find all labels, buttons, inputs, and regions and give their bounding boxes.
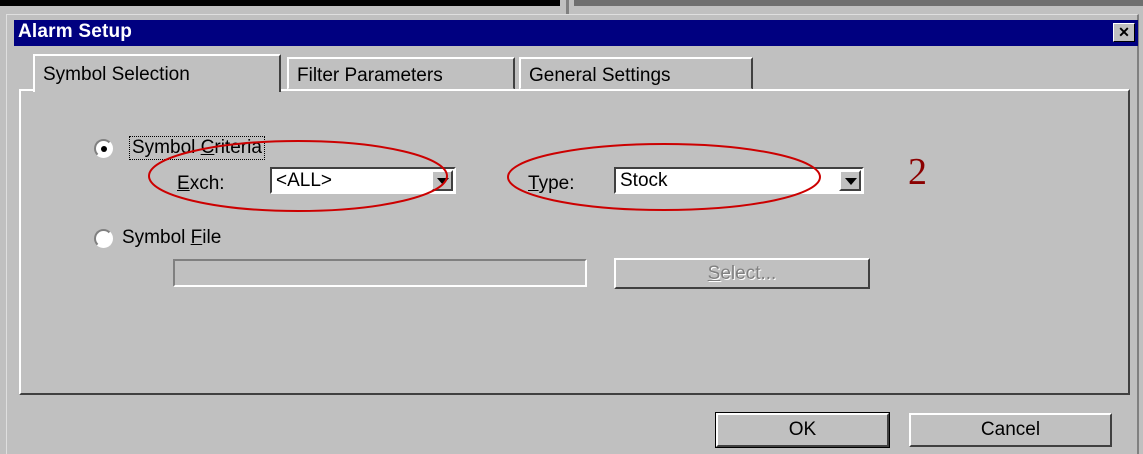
chevron-down-icon[interactable] bbox=[839, 170, 861, 191]
label-text: ile bbox=[202, 227, 222, 248]
label-accel: C bbox=[200, 137, 215, 158]
symbol-file-label[interactable]: Symbol File bbox=[122, 227, 221, 249]
cancel-button[interactable]: Cancel bbox=[909, 413, 1112, 447]
radio-selected-dot bbox=[101, 146, 107, 152]
label-text: xch: bbox=[189, 173, 225, 194]
dialog-title: Alarm Setup bbox=[18, 21, 133, 42]
label-accel: F bbox=[190, 227, 203, 248]
tab-label: General Settings bbox=[529, 65, 671, 86]
annotation-number: 2 bbox=[908, 151, 927, 193]
label-text: ype: bbox=[538, 173, 575, 194]
title-bar[interactable]: Alarm Setup ✕ bbox=[14, 20, 1138, 46]
ok-button[interactable]: OK bbox=[715, 412, 890, 448]
background-bar-left bbox=[0, 0, 560, 6]
type-label: Type: bbox=[528, 173, 574, 195]
tab-general-settings[interactable]: General Settings bbox=[519, 57, 753, 90]
label-accel: E bbox=[177, 173, 190, 194]
type-dropdown[interactable]: Stock bbox=[614, 167, 864, 194]
exch-value: <ALL> bbox=[276, 170, 332, 191]
chevron-down-icon[interactable] bbox=[431, 170, 453, 191]
exch-dropdown[interactable]: <ALL> bbox=[270, 167, 456, 194]
tab-filter-parameters[interactable]: Filter Parameters bbox=[287, 57, 515, 90]
background-bar-right bbox=[574, 0, 1143, 6]
label-accel: T bbox=[528, 173, 539, 194]
tab-label: Filter Parameters bbox=[297, 65, 443, 86]
symbol-criteria-radio[interactable] bbox=[94, 139, 113, 158]
close-button[interactable]: ✕ bbox=[1113, 23, 1135, 42]
button-accel: S bbox=[707, 263, 721, 284]
symbol-criteria-label[interactable]: Symbol Criteria bbox=[129, 136, 265, 160]
symbol-file-radio[interactable] bbox=[94, 229, 113, 248]
background-separator bbox=[566, 0, 569, 14]
exch-label: Exch: bbox=[177, 173, 225, 195]
background-strip bbox=[0, 0, 1143, 14]
button-text: elect... bbox=[720, 263, 777, 284]
symbol-file-path-field[interactable] bbox=[173, 259, 587, 287]
button-text: OK bbox=[788, 419, 817, 440]
type-value: Stock bbox=[620, 170, 668, 191]
label-text: Symbol bbox=[132, 137, 201, 158]
close-icon: ✕ bbox=[1118, 24, 1130, 40]
button-text: Cancel bbox=[980, 419, 1041, 440]
tab-label: Symbol Selection bbox=[43, 64, 190, 85]
label-text: Symbol bbox=[122, 227, 191, 248]
select-file-button[interactable]: Select... bbox=[614, 258, 870, 289]
label-text: riteria bbox=[214, 137, 262, 158]
tab-symbol-selection[interactable]: Symbol Selection bbox=[33, 54, 281, 92]
